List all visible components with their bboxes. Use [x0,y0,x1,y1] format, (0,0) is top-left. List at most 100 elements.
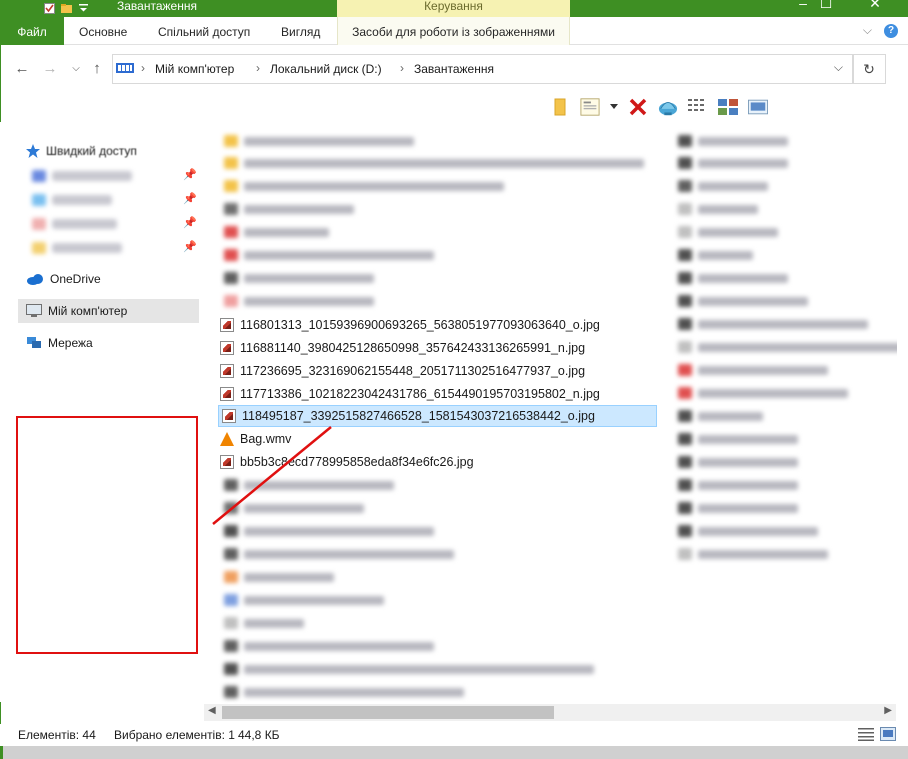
horizontal-scrollbar[interactable]: ◀ ▶ [204,704,896,721]
details-view-icon[interactable] [858,727,874,741]
blurred-file[interactable] [224,225,329,239]
computer-icon [116,63,134,73]
quick-access-item[interactable] [32,240,122,256]
details-view-icon[interactable] [688,97,708,117]
breadcrumb-drive-d[interactable]: Локальний диск (D:) [270,62,382,76]
blurred-file[interactable] [224,616,304,630]
scroll-left-icon[interactable]: ◀ [208,705,216,716]
tab-picture-tools[interactable]: Засоби для роботи із зображеннями [337,17,570,45]
list-item[interactable]: 116801313_10159396900693265_563805197709… [220,314,600,336]
list-item[interactable]: 116881140_3980425128650998_3576424331362… [220,337,585,359]
back-button[interactable]: ← [12,60,32,80]
list-item[interactable]: 117713386_10218223042431786_615449019570… [220,383,600,405]
blurred-file[interactable] [678,317,868,331]
large-icons-view-icon[interactable] [880,727,896,741]
nav-onedrive[interactable]: OneDrive [26,268,101,290]
properties-check-icon[interactable] [44,2,55,14]
breadcrumb-this-pc[interactable]: Мій комп'ютер [155,62,234,76]
blurred-file[interactable] [678,248,753,262]
blurred-file[interactable] [224,134,414,148]
blurred-file[interactable] [224,179,504,193]
new-folder-icon[interactable] [61,3,72,14]
blurred-file[interactable] [678,156,788,170]
selected-count: Вибрано елементів: 1 [114,728,235,742]
context-group-label: Керування [424,0,483,13]
maximize-button[interactable]: ☐ [803,0,849,13]
blurred-file[interactable] [224,662,594,676]
blurred-file[interactable] [678,340,903,354]
address-dropdown-icon[interactable]: ⌵ [834,60,843,75]
blurred-file[interactable] [224,685,464,699]
blurred-file[interactable] [678,501,798,515]
list-item-selected[interactable]: 118495187_3392515827466528_1581543037216… [218,405,657,427]
blurred-file[interactable] [678,179,768,193]
blurred-file[interactable] [224,593,384,607]
delete-icon[interactable] [628,97,648,117]
blurred-file[interactable] [678,432,798,446]
properties-icon[interactable] [580,97,600,117]
tab-view[interactable]: Вигляд [281,17,320,45]
blurred-file[interactable] [224,547,454,561]
blurred-file[interactable] [224,570,334,584]
breadcrumb-separator[interactable]: › [400,61,404,75]
tab-share[interactable]: Спільний доступ [158,17,250,45]
address-bar[interactable]: › Мій комп'ютер › Локальний диск (D:) › … [112,54,854,84]
quick-access-item[interactable] [32,192,112,208]
list-item[interactable]: Bag.wmv [220,428,291,450]
close-button[interactable]: ✕ [852,0,898,13]
preview-icon[interactable] [748,97,768,117]
blurred-file[interactable] [224,501,364,515]
blurred-file[interactable] [678,363,828,377]
blurred-file[interactable] [224,478,394,492]
blurred-file[interactable] [224,294,374,308]
nav-this-pc-label: Мій комп'ютер [48,304,128,318]
blurred-file[interactable] [678,386,848,400]
title-bar: Завантаження Керування – ☐ ✕ [0,0,908,17]
blurred-file[interactable] [224,202,354,216]
recent-locations-button[interactable]: ⌵ [66,60,86,80]
blurred-file[interactable] [224,524,434,538]
blurred-file[interactable] [224,156,644,170]
pin-icon: 📌 [183,169,197,181]
nav-this-pc[interactable]: Мій комп'ютер [18,299,199,323]
up-button[interactable]: ↑ [87,60,107,80]
list-item[interactable]: 117236695_323169062155448_20517113025164… [220,360,585,382]
blurred-file[interactable] [678,271,788,285]
quick-access-item[interactable] [32,216,117,232]
blurred-file[interactable] [678,225,778,239]
folder-icon[interactable] [550,97,570,117]
tab-file[interactable]: Файл [0,17,64,45]
blurred-file[interactable] [678,524,818,538]
blurred-file[interactable] [678,294,808,308]
customize-dropdown-icon[interactable] [78,3,89,14]
forward-button[interactable]: → [40,60,60,80]
nav-network[interactable]: Мережа [26,332,93,354]
ribbon-collapse-icon[interactable]: ⌵ [863,23,872,38]
scroll-right-icon[interactable]: ▶ [884,705,892,716]
quick-access-item[interactable] [32,168,132,184]
breadcrumb-separator[interactable]: › [256,61,260,75]
blurred-file[interactable] [678,202,758,216]
blurred-file[interactable] [678,134,788,148]
refresh-button[interactable]: ↻ [852,54,886,84]
breadcrumb-separator[interactable]: › [141,61,145,75]
breadcrumb-downloads[interactable]: Завантаження [414,62,494,76]
help-icon[interactable]: ? [884,23,898,38]
nav-quick-access[interactable]: Швидкий доступ [26,140,137,162]
tiles-view-icon[interactable] [718,97,738,117]
dropdown-arrow-icon[interactable] [610,97,618,117]
blurred-file[interactable] [678,455,798,469]
blurred-file[interactable] [224,639,434,653]
scrollbar-thumb[interactable] [222,706,554,719]
view-buttons [858,727,896,741]
blurred-file[interactable] [678,478,798,492]
blurred-file[interactable] [224,248,434,262]
list-item[interactable]: bb5b3c8ecd778995858eda8f34e6fc26.jpg [220,451,474,473]
blurred-file[interactable] [678,409,763,423]
tab-home[interactable]: Основне [79,17,127,45]
blurred-file[interactable] [224,271,374,285]
blurred-file[interactable] [678,547,828,561]
pin-icon: 📌 [183,193,197,205]
vertical-scrollbar[interactable] [897,122,908,705]
shell-icon[interactable] [658,97,678,117]
